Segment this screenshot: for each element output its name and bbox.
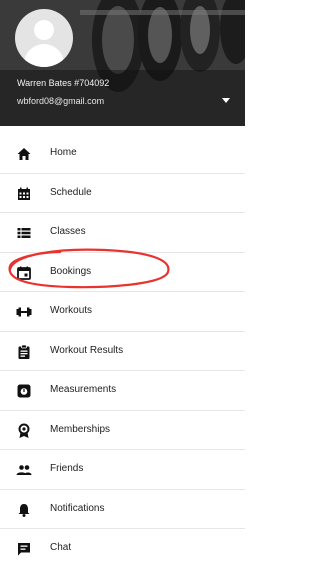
people-icon: [16, 462, 32, 478]
menu-label-schedule: Schedule: [50, 186, 92, 198]
menu-label-home: Home: [50, 147, 77, 158]
menu-item-workouts[interactable]: Workouts: [0, 292, 245, 332]
clipboard-icon: [16, 344, 32, 360]
menu-label-workout-results: Workout Results: [50, 344, 124, 356]
bell-icon: [16, 502, 32, 518]
menu-item-chat[interactable]: Chat: [0, 529, 245, 569]
menu-label-memberships: Memberships: [50, 423, 111, 435]
user-name: Warren Bates #704092: [17, 78, 110, 88]
menu-label-chat: Chat: [50, 542, 72, 553]
home-icon: [16, 146, 32, 162]
menu-item-workout-results[interactable]: Workout Results: [0, 332, 245, 371]
menu-label-classes: Classes: [50, 226, 86, 237]
menu-item-classes[interactable]: Classes: [0, 213, 245, 253]
scale-icon: [16, 383, 32, 399]
avatar-head: [34, 20, 54, 40]
menu-item-schedule[interactable]: Schedule: [0, 174, 245, 213]
profile-header: Warren Bates #704092 wbford08@gmail.com: [0, 0, 245, 126]
account-dropdown-icon[interactable]: [222, 98, 230, 103]
user-email: wbford08@gmail.com: [17, 96, 105, 106]
menu-item-friends[interactable]: Friends: [0, 450, 245, 490]
dumbbell-icon: [16, 304, 32, 320]
avatar-body: [24, 44, 64, 67]
list-icon: [16, 225, 32, 241]
menu-item-measurements[interactable]: Measurements: [0, 371, 245, 411]
menu-label-bookings: Bookings: [50, 265, 92, 277]
calendar-event-icon: [16, 265, 32, 281]
menu-item-bookings[interactable]: Bookings: [0, 253, 245, 292]
chat-icon: [16, 541, 32, 557]
menu-label-friends: Friends: [50, 463, 84, 474]
menu-item-memberships[interactable]: Memberships: [0, 411, 245, 450]
menu-item-notifications[interactable]: Notifications: [0, 490, 245, 529]
navigation-menu: Home Schedule Classes Bookings Workouts …: [0, 134, 245, 569]
badge-icon: [16, 423, 32, 439]
menu-label-measurements: Measurements: [50, 384, 117, 395]
menu-item-home[interactable]: Home: [0, 134, 245, 174]
avatar[interactable]: [15, 9, 73, 67]
calendar-grid-icon: [16, 186, 32, 202]
menu-label-notifications: Notifications: [50, 502, 105, 514]
menu-label-workouts: Workouts: [50, 305, 93, 316]
